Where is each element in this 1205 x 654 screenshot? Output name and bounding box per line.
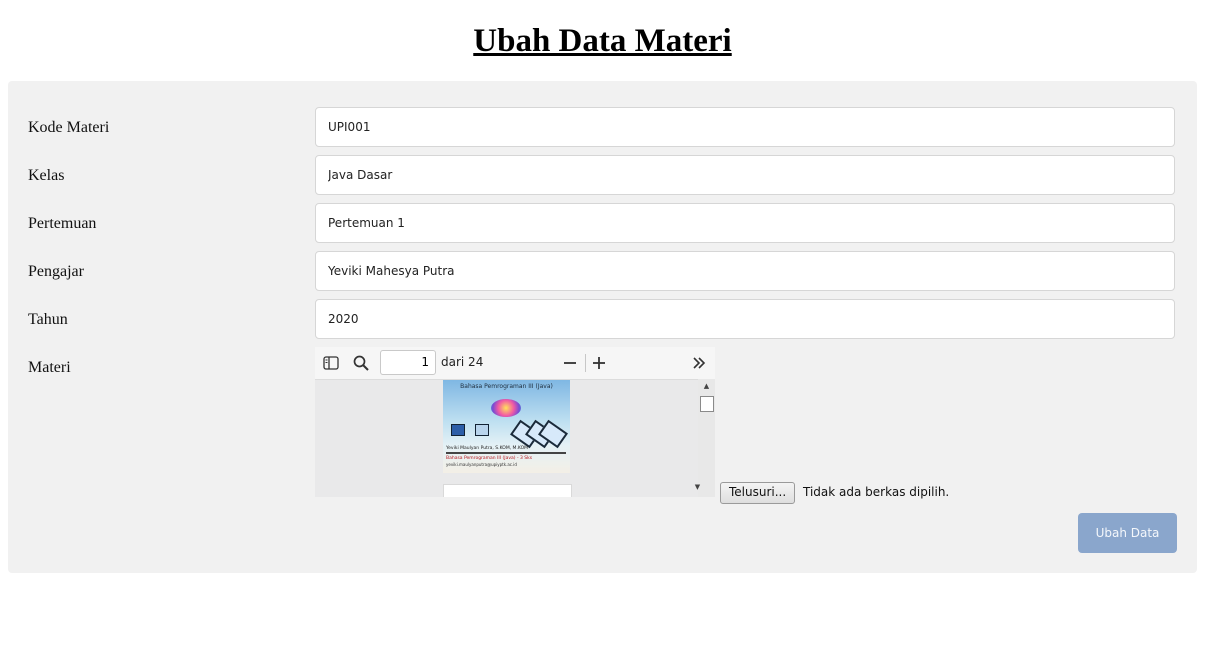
kelas-input[interactable] [315,155,1175,195]
minus-icon[interactable] [560,353,580,373]
page-title: Ubah Data Materi [473,23,732,59]
tahun-input[interactable] [315,299,1175,339]
pdf-scrollbar[interactable]: ▲ ▼ [695,379,715,497]
search-icon[interactable] [351,353,371,373]
label-kode-materi: Kode Materi [28,119,110,136]
plus-icon[interactable] [589,353,609,373]
monitor-icon [475,424,489,436]
page-number-input[interactable]: 1 [380,350,436,375]
scroll-up-icon[interactable]: ▲ [698,379,715,393]
submit-button[interactable]: Ubah Data [1078,513,1177,553]
thumbnail-subtitle: Bahasa Pemrograman III (Java) - 3 Sks [446,456,533,461]
page-count: dari 24 [441,355,484,369]
pdf-toolbar: 1 dari 24 [315,347,715,380]
label-pertemuan: Pertemuan [28,215,97,232]
computer-icon [451,424,465,436]
logo-icon [491,399,521,417]
thumbnail-email: yeviki.maulyanputra@upiyptk.ac.id [446,462,517,467]
thumbnail-divider [446,452,566,454]
form-panel: Kode Materi Kelas Pertemuan Pengajar Tah… [8,81,1197,573]
label-materi: Materi [28,359,71,376]
file-status: Tidak ada berkas dipilih. [803,485,950,499]
thumbnail-title: Bahasa Pemrograman III (Java) [460,383,553,390]
pdf-page-thumbnail-2[interactable] [443,484,572,497]
toolbar-divider [585,354,586,372]
pengajar-input[interactable] [315,251,1175,291]
scroll-down-icon[interactable]: ▼ [689,480,706,494]
double-chevron-right-icon[interactable] [689,353,709,373]
browse-button[interactable]: Telusuri... [720,482,796,504]
pertemuan-input[interactable] [315,203,1175,243]
label-tahun: Tahun [28,311,68,328]
pdf-page-thumbnail[interactable]: Bahasa Pemrograman III (Java) Yeviki Mau… [443,380,570,473]
sidebar-toggle-icon[interactable] [321,353,341,373]
pdf-viewer[interactable]: 1 dari 24 Bahasa Pemrograman III (Java) … [315,347,715,497]
scroll-thumb[interactable] [700,396,714,412]
kode-materi-input[interactable] [315,107,1175,147]
label-pengajar: Pengajar [28,263,84,280]
label-kelas: Kelas [28,167,65,184]
thumbnail-author: Yeviki Maulyan Putra, S.KOM, M.KOM [446,446,529,451]
